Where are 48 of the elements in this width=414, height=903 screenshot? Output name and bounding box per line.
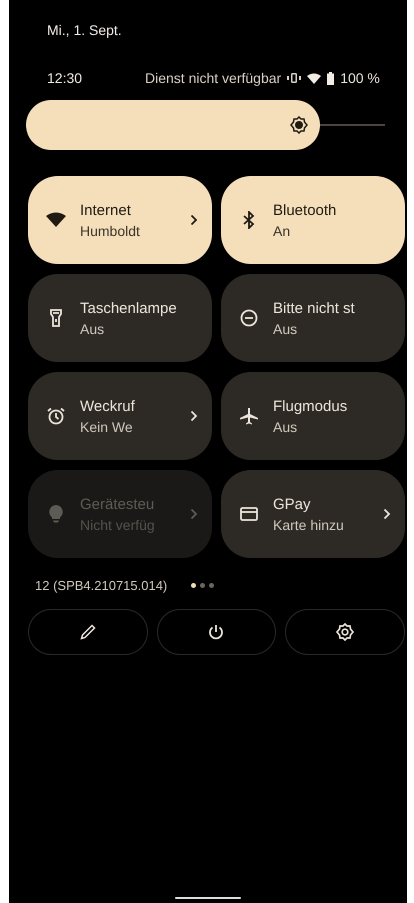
tile-status: An bbox=[273, 222, 292, 238]
tile-status: Nicht verfüg bbox=[80, 516, 156, 532]
tile-status: Aus bbox=[80, 320, 106, 336]
tile-status: Aus bbox=[273, 320, 298, 336]
tile-title: Bluetooth bbox=[273, 202, 338, 218]
tile-status: Humboldt bbox=[80, 222, 141, 238]
card-icon bbox=[240, 507, 258, 521]
vibrate-icon bbox=[287, 73, 302, 83]
quick-settings-tile[interactable]: Flugmodus Aus bbox=[221, 372, 405, 460]
tile-status: Karte hinzu bbox=[273, 516, 345, 532]
wifi-icon bbox=[46, 212, 66, 228]
quick-settings-tile[interactable]: GPay Karte hinzu bbox=[221, 470, 405, 558]
airplane-icon bbox=[240, 407, 258, 425]
quick-settings-tile[interactable]: Bluetooth An bbox=[221, 176, 405, 264]
tile-title: Weckruf bbox=[80, 398, 136, 414]
pencil-icon bbox=[80, 624, 96, 640]
tile-status: Aus bbox=[273, 418, 298, 434]
tile-title: Flugmodus bbox=[273, 398, 348, 414]
brightness-slider[interactable] bbox=[26, 100, 385, 150]
tile-title: Bitte nicht st bbox=[273, 300, 356, 316]
lightbulb-icon bbox=[49, 505, 63, 523]
settings-button[interactable] bbox=[285, 609, 405, 655]
power-icon bbox=[208, 624, 224, 640]
bluetooth-icon bbox=[243, 211, 255, 229]
battery-percent-text: 100 % bbox=[340, 70, 380, 86]
power-button[interactable] bbox=[156, 609, 276, 655]
quick-settings-tile[interactable]: Bitte nicht st Aus bbox=[221, 274, 405, 362]
edit-button[interactable] bbox=[28, 609, 148, 655]
minus-circle-icon bbox=[240, 309, 258, 327]
battery-icon bbox=[327, 72, 334, 84]
tile-title: Internet bbox=[80, 202, 132, 218]
tile-status: Kein We bbox=[80, 418, 134, 434]
home-indicator[interactable] bbox=[175, 897, 241, 899]
wifi-icon bbox=[307, 72, 322, 84]
settings-icon bbox=[336, 623, 354, 641]
quick-settings-tile[interactable]: Internet Humboldt bbox=[28, 176, 212, 264]
tile-title: Gerätesteu bbox=[80, 496, 156, 512]
alarm-clock-icon bbox=[47, 407, 65, 425]
carrier-text: Dienst nicht verfügbar bbox=[145, 70, 282, 86]
date-text: Mi., 1. Sept. bbox=[46, 21, 123, 38]
build-number-text: 12 (SPB4.210715.014) bbox=[35, 578, 168, 593]
tile-title: GPay bbox=[273, 496, 312, 512]
clock-text: 12:30 bbox=[47, 70, 84, 86]
quick-settings-tile[interactable]: Weckruf Kein We bbox=[28, 372, 212, 460]
flashlight-icon bbox=[50, 309, 62, 327]
brightness-icon bbox=[290, 116, 308, 134]
quick-settings-tile[interactable]: Taschenlampe Aus bbox=[28, 274, 212, 362]
tile-title: Taschenlampe bbox=[80, 300, 178, 316]
